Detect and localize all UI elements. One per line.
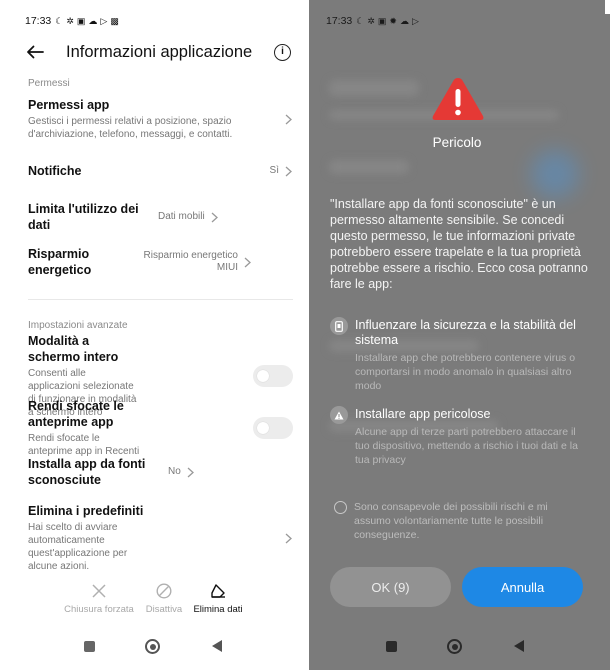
chevron-right-icon [285, 166, 293, 177]
clear-defaults-desc: Hai scelto di avviare automaticamente qu… [28, 522, 128, 572]
risk-item-title: Installare app pericolose [355, 407, 491, 421]
phone-shield-icon [330, 317, 348, 335]
blur-preview-desc: Rendi sfocate le anteprime app in Recent… [28, 433, 140, 457]
status-time: 17:33 [25, 15, 52, 27]
back-button[interactable] [514, 640, 524, 652]
action-bar: Chiusura forzata Disattiva Elimina dati [8, 581, 305, 621]
home-button[interactable] [447, 639, 462, 654]
data-usage-value: Dati mobili [158, 211, 205, 222]
moon-icon: ☾ [55, 15, 64, 26]
recents-button[interactable] [386, 641, 397, 652]
fullscreen-toggle[interactable] [253, 365, 293, 387]
ok-button[interactable]: OK (9) [330, 567, 451, 607]
risk-item-desc: Alcune app di terze parti potrebbero att… [355, 426, 578, 466]
status-icons: ☾ ✲ ▣ ☁ ▷ ▩ [55, 16, 119, 27]
risk-item: Influenzare la sicurezza e la stabilità … [330, 317, 591, 393]
permissions-title: Permessi app [28, 98, 110, 112]
navigation-bar [8, 638, 305, 656]
chevron-right-icon [211, 212, 219, 223]
play-icon: ▷ [411, 15, 419, 26]
consent-radio[interactable] [334, 501, 347, 514]
permissions-desc: Gestisci i permessi relativi a posizione… [28, 116, 233, 140]
data-saver-icon: ▣ [377, 15, 387, 26]
unknown-sources-value: No [168, 466, 181, 477]
status-bar: 17:33 ☾ ✲ ▣ ✹ ☁ ▷ ⊠ 60 [326, 14, 591, 28]
app-info-screen: 17:33 ☾ ✲ ▣ ☁ ▷ ▩ ⊠ 60 Informazioni appl… [8, 0, 610, 670]
notifications-row[interactable]: Notifiche Sì [28, 163, 293, 179]
section-label-permissions: Permessi [28, 78, 70, 89]
disable-label: Disattiva [145, 604, 183, 615]
blur-preview-row: Rendi sfocate le anteprime app Rendi sfo… [28, 398, 293, 458]
clear-defaults-title: Elimina i predefiniti [28, 504, 144, 518]
battery-saver-value: Risparmio energetico MIUI [143, 250, 239, 273]
status-time: 17:33 [326, 15, 353, 27]
consent-text: Sono consapevole dei possibili rischi e … [354, 501, 548, 541]
unknown-sources-title: Installa app da fonti sconosciute [28, 457, 146, 487]
info-icon[interactable]: i [274, 43, 291, 61]
recents-button[interactable] [84, 641, 95, 652]
moon-icon: ☾ [356, 15, 365, 26]
warning-icon [330, 406, 348, 424]
divider [28, 299, 293, 300]
battery-saver-row[interactable]: Risparmio energetico Risparmio energetic… [28, 246, 293, 278]
header: Informazioni applicazione i [26, 40, 291, 64]
dialog-message: "Installare app da fonti sconosciute" è … [330, 197, 588, 291]
section-label-advanced: Impostazioni avanzate [28, 320, 128, 331]
dialog-title: Pericolo [432, 135, 482, 150]
gamepad-icon: ▩ [110, 15, 119, 26]
risk-item: Installare app pericolose Alcune app di … [330, 406, 591, 467]
chevron-right-icon [285, 97, 293, 141]
gear-icon: ✹ [389, 15, 397, 26]
danger-dialog-screen: 17:33 ☾ ✲ ▣ ✹ ☁ ▷ ⊠ 60 Pericolo "Install… [309, 0, 605, 670]
data-usage-row[interactable]: Limita l'utilizzo dei dati Dati mobili [28, 201, 293, 233]
data-saver-icon: ▣ [76, 15, 86, 26]
warning-triangle-icon [430, 75, 486, 123]
risk-item-title: Influenzare la sicurezza e la stabilità … [355, 318, 576, 347]
home-button[interactable] [145, 639, 160, 654]
blur-preview-title: Rendi sfocate le anteprime app [28, 399, 124, 429]
clear-data-button[interactable]: Elimina dati [178, 581, 258, 615]
status-bar: 17:33 ☾ ✲ ▣ ☁ ▷ ▩ ⊠ 60 [25, 14, 610, 670]
fan-icon: ✲ [66, 15, 74, 26]
cloud-icon: ☁ [399, 15, 409, 26]
chevron-right-icon [244, 257, 252, 268]
notifications-title: Notifiche [28, 164, 82, 178]
risk-item-desc: Installare app che potrebbero contenere … [355, 352, 576, 392]
status-icons: ☾ ✲ ▣ ✹ ☁ ▷ [356, 16, 419, 27]
cloud-icon: ☁ [88, 15, 98, 26]
cancel-button[interactable]: Annulla [462, 567, 583, 607]
navigation-bar [309, 638, 605, 656]
chevron-right-icon [285, 533, 293, 544]
fullscreen-title: Modalità a schermo intero [28, 334, 119, 364]
permissions-row[interactable]: Permessi app Gestisci i permessi relativ… [28, 97, 293, 141]
battery-saver-title: Risparmio energetico [28, 247, 92, 277]
fan-icon: ✲ [367, 15, 375, 26]
notifications-value: Sì [269, 165, 279, 176]
play-icon: ▷ [100, 15, 108, 26]
chevron-right-icon [187, 467, 195, 478]
blur-preview-toggle[interactable] [253, 417, 293, 439]
back-arrow-icon[interactable] [26, 41, 48, 63]
data-usage-title: Limita l'utilizzo dei dati [28, 202, 139, 232]
unknown-sources-row[interactable]: Installa app da fonti sconosciute No [28, 456, 293, 488]
clear-data-label: Elimina dati [193, 604, 243, 615]
page-title: Informazioni applicazione [66, 42, 253, 61]
back-button[interactable] [212, 640, 222, 652]
eraser-icon [178, 581, 258, 601]
consent-checkbox-row[interactable]: Sono consapevole dei possibili rischi e … [334, 500, 587, 542]
clear-defaults-row[interactable]: Elimina i predefiniti Hai scelto di avvi… [28, 503, 293, 573]
